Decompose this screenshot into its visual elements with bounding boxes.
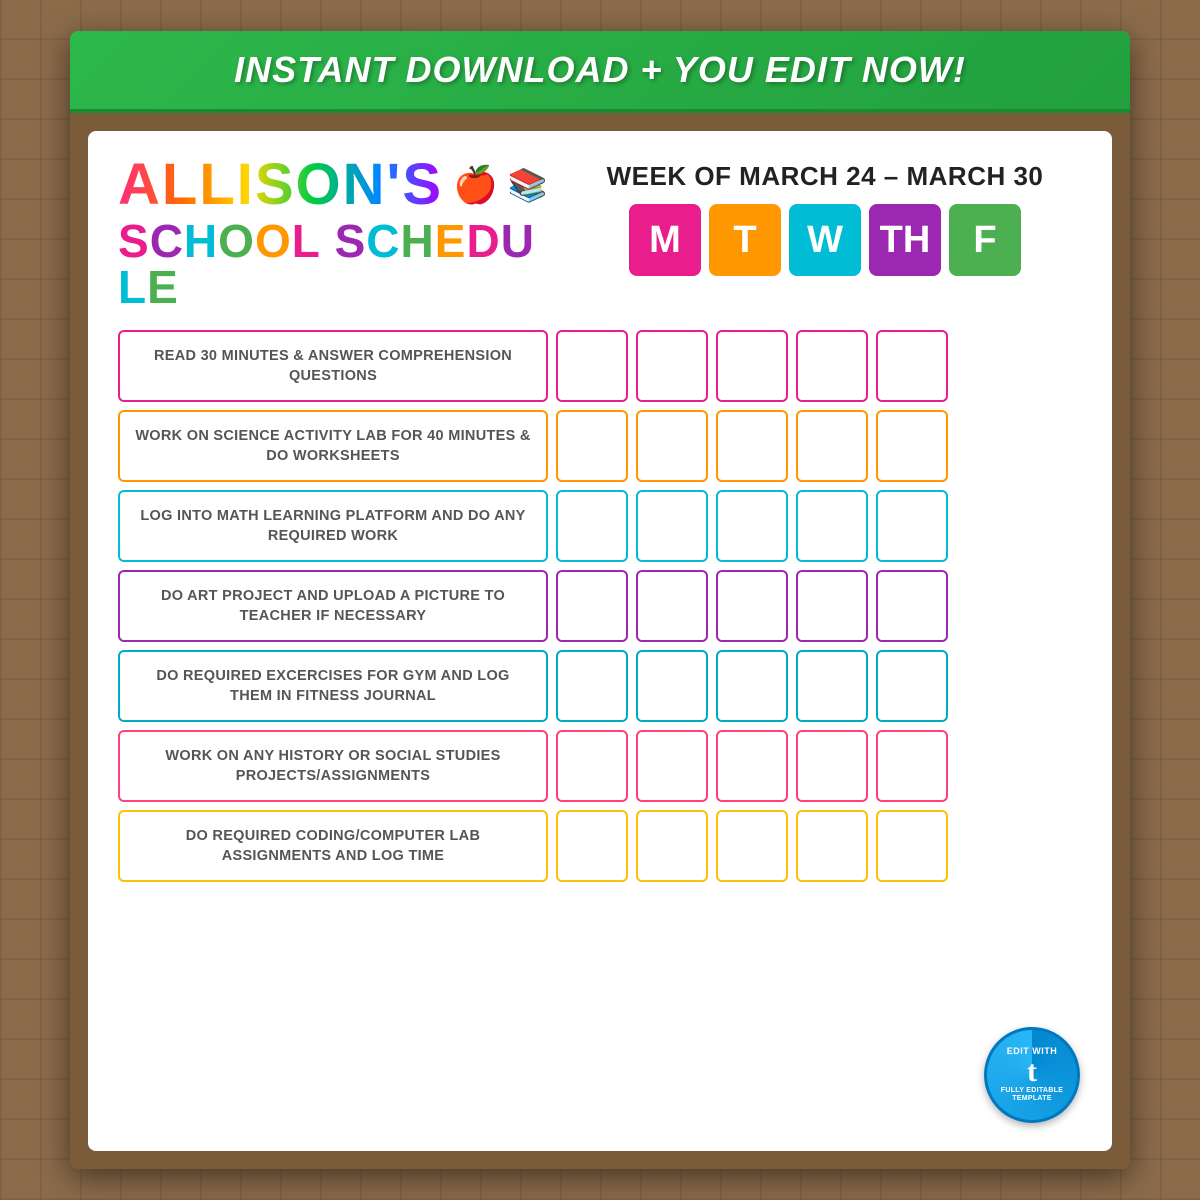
check-cell[interactable] (716, 330, 788, 402)
task-label-6: WORK ON ANY HISTORY OR SOCIAL STUDIES PR… (118, 730, 548, 802)
check-cell[interactable] (796, 490, 868, 562)
task-cells-5 (556, 650, 948, 722)
week-label: WEEK OF MARCH 24 – MARCH 30 (568, 161, 1082, 192)
day-tuesday: T (709, 204, 781, 276)
day-monday: M (629, 204, 701, 276)
allisons-line: ALLISON'S 🍎 📚 (118, 156, 548, 214)
table-row: DO REQUIRED EXCERCISES FOR GYM AND LOG T… (118, 650, 1082, 722)
task-cells-1 (556, 330, 948, 402)
check-cell[interactable] (796, 650, 868, 722)
day-wednesday: W (789, 204, 861, 276)
task-cells-6 (556, 730, 948, 802)
check-cell[interactable] (876, 330, 948, 402)
table-row: WORK ON ANY HISTORY OR SOCIAL STUDIES PR… (118, 730, 1082, 802)
check-cell[interactable] (716, 650, 788, 722)
day-thursday: TH (869, 204, 941, 276)
check-cell[interactable] (716, 410, 788, 482)
check-cell[interactable] (636, 570, 708, 642)
check-cell[interactable] (556, 810, 628, 882)
tasks-grid: READ 30 MINUTES & ANSWER COMPREHENSION Q… (118, 330, 1082, 882)
check-cell[interactable] (796, 570, 868, 642)
check-cell[interactable] (556, 650, 628, 722)
check-cell[interactable] (796, 810, 868, 882)
check-cell[interactable] (636, 810, 708, 882)
task-cells-4 (556, 570, 948, 642)
banner-text: INSTANT DOWNLOAD + YOU EDIT NOW! (234, 49, 966, 90)
check-cell[interactable] (876, 570, 948, 642)
main-card: ALLISON'S 🍎 📚 SCHOOL SCHEDULE WEEK OF MA… (88, 131, 1112, 1151)
task-label-1: READ 30 MINUTES & ANSWER COMPREHENSION Q… (118, 330, 548, 402)
check-cell[interactable] (636, 330, 708, 402)
task-label-5: DO REQUIRED EXCERCISES FOR GYM AND LOG T… (118, 650, 548, 722)
table-row: READ 30 MINUTES & ANSWER COMPREHENSION Q… (118, 330, 1082, 402)
check-cell[interactable] (636, 490, 708, 562)
check-cell[interactable] (796, 730, 868, 802)
title-block: ALLISON'S 🍎 📚 SCHOOL SCHEDULE (118, 156, 548, 310)
check-cell[interactable] (716, 810, 788, 882)
task-cells-3 (556, 490, 948, 562)
check-cell[interactable] (716, 570, 788, 642)
header-row: ALLISON'S 🍎 📚 SCHOOL SCHEDULE WEEK OF MA… (118, 156, 1082, 310)
check-cell[interactable] (556, 730, 628, 802)
check-cell[interactable] (556, 490, 628, 562)
table-row: LOG INTO MATH LEARNING PLATFORM AND DO A… (118, 490, 1082, 562)
apple-icon: 🍎 (453, 164, 498, 206)
check-cell[interactable] (556, 410, 628, 482)
table-row: DO ART PROJECT AND UPLOAD A PICTURE TO T… (118, 570, 1082, 642)
templett-sublabel: FULLY EDITABLE TEMPLATE (987, 1087, 1077, 1104)
check-cell[interactable] (796, 410, 868, 482)
task-label-7: DO REQUIRED CODING/COMPUTER LAB ASSIGNME… (118, 810, 548, 882)
day-friday: F (949, 204, 1021, 276)
check-cell[interactable] (876, 730, 948, 802)
day-headers: M T W TH F (568, 204, 1082, 276)
check-cell[interactable] (556, 570, 628, 642)
task-cells-2 (556, 410, 948, 482)
check-cell[interactable] (636, 410, 708, 482)
check-cell[interactable] (876, 410, 948, 482)
task-label-4: DO ART PROJECT AND UPLOAD A PICTURE TO T… (118, 570, 548, 642)
check-cell[interactable] (796, 330, 868, 402)
books-icon: 📚 (508, 166, 548, 204)
school-schedule-title: SCHOOL SCHEDULE (118, 218, 548, 310)
student-name: ALLISON'S (118, 156, 443, 214)
check-cell[interactable] (556, 330, 628, 402)
check-cell[interactable] (636, 650, 708, 722)
check-cell[interactable] (716, 730, 788, 802)
task-cells-7 (556, 810, 948, 882)
templett-t-logo: t (1027, 1057, 1037, 1087)
task-label-2: WORK ON SCIENCE ACTIVITY LAB FOR 40 MINU… (118, 410, 548, 482)
check-cell[interactable] (636, 730, 708, 802)
check-cell[interactable] (876, 650, 948, 722)
check-cell[interactable] (716, 490, 788, 562)
table-row: WORK ON SCIENCE ACTIVITY LAB FOR 40 MINU… (118, 410, 1082, 482)
check-cell[interactable] (876, 810, 948, 882)
promo-banner: INSTANT DOWNLOAD + YOU EDIT NOW! (70, 31, 1130, 113)
task-label-3: LOG INTO MATH LEARNING PLATFORM AND DO A… (118, 490, 548, 562)
week-block: WEEK OF MARCH 24 – MARCH 30 M T W TH F (568, 156, 1082, 276)
templett-badge: EDIT WITH t FULLY EDITABLE TEMPLATE (984, 1027, 1080, 1123)
table-row: DO REQUIRED CODING/COMPUTER LAB ASSIGNME… (118, 810, 1082, 882)
check-cell[interactable] (876, 490, 948, 562)
